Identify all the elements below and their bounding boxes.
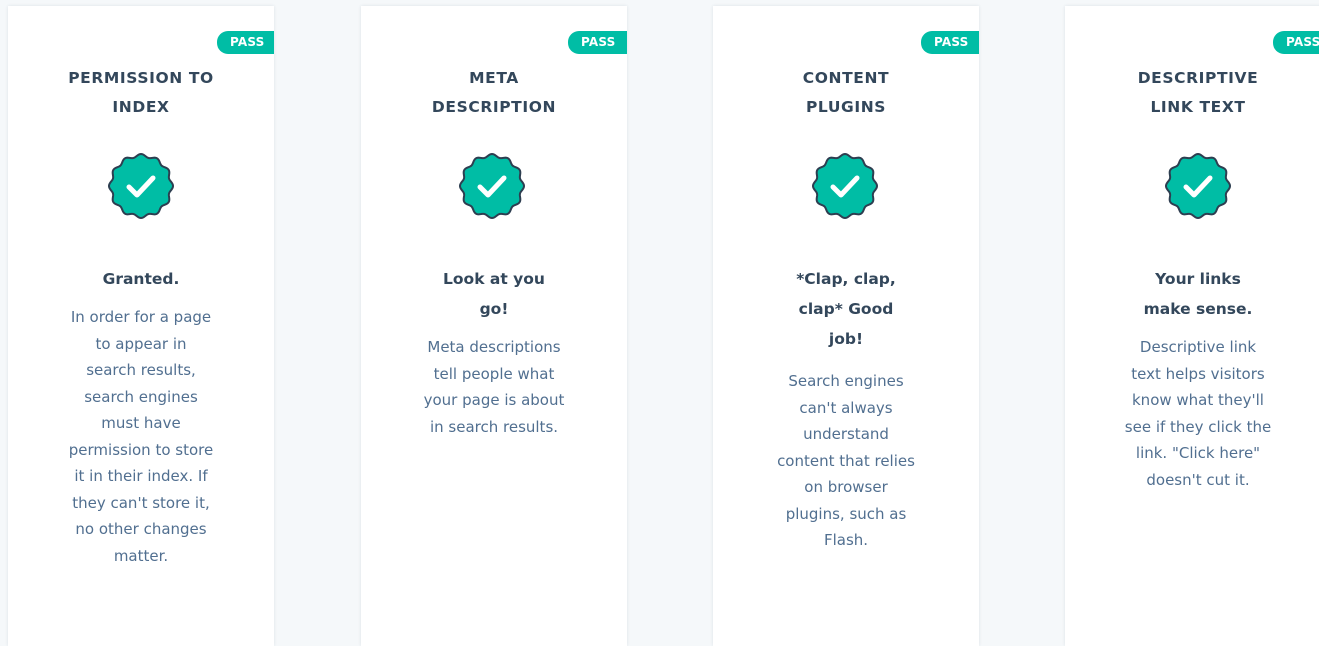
card-title: PERMISSION TO INDEX	[68, 69, 214, 116]
card-description: Meta descriptions tell people what your …	[423, 338, 565, 436]
pass-badge: PASS	[1273, 31, 1319, 54]
seo-check-card-descriptive-link-text: PASS DESCRIPTIVE LINK TEXT Your links ma…	[1065, 6, 1319, 646]
check-badge-icon	[459, 153, 525, 219]
card-headline: *Clap, clap, clap* Good job!	[796, 270, 896, 348]
pass-badge: PASS	[217, 31, 274, 54]
pass-badge: PASS	[568, 31, 627, 54]
card-headline: Look at you go!	[443, 270, 545, 318]
card-description: Search engines can't always understand c…	[777, 372, 915, 549]
check-badge-icon	[108, 153, 174, 219]
card-title: META DESCRIPTION	[431, 69, 557, 116]
check-badge-icon	[1165, 153, 1231, 219]
card-headline: Granted.	[102, 270, 180, 288]
card-headline: Your links make sense.	[1143, 270, 1253, 318]
check-badge-icon	[812, 153, 878, 219]
card-description: In order for a page to appear in search …	[68, 308, 214, 565]
seo-check-card-content-plugins: PASS CONTENT PLUGINS *Clap, clap, clap* …	[713, 6, 979, 646]
seo-check-card-meta-description: PASS META DESCRIPTION Look at you go! Me…	[361, 6, 627, 646]
card-description: Descriptive link text helps visitors kno…	[1124, 338, 1272, 489]
card-title: CONTENT PLUGINS	[802, 69, 890, 116]
seo-check-card-permission-to-index: PASS PERMISSION TO INDEX Granted. In ord…	[8, 6, 274, 646]
pass-badge: PASS	[921, 31, 979, 54]
card-title: DESCRIPTIVE LINK TEXT	[1137, 69, 1259, 116]
